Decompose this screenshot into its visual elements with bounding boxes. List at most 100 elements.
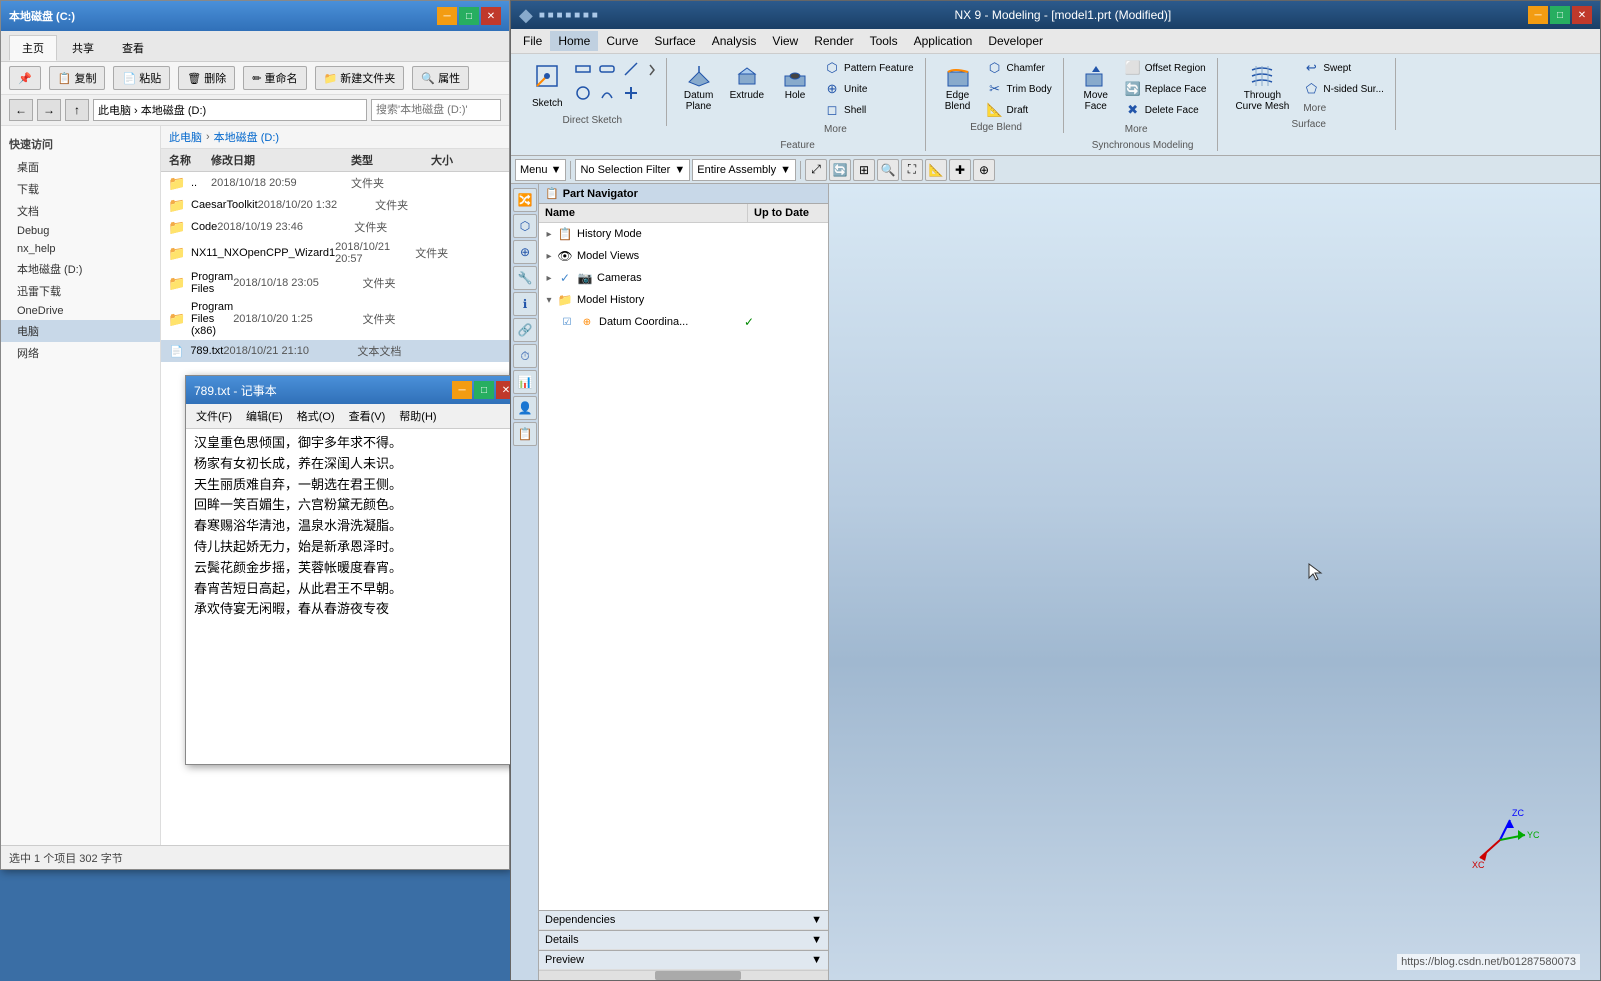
tab-view[interactable]: 查看 [109,35,157,61]
pattern-feature-button[interactable]: ⬡ Pattern Feature [819,58,918,78]
sidebar-item-computer[interactable]: 电脑 [1,320,160,342]
nav-icon-1[interactable]: 🔀 [513,188,537,212]
nx-menu-file[interactable]: File [515,31,550,51]
view-btn6[interactable]: 📐 [925,159,947,181]
col-header-date[interactable]: 修改日期 [211,152,351,168]
notepad-menu-view[interactable]: 查看(V) [343,406,392,426]
notepad-minimize[interactable]: ─ [452,381,472,399]
sketch-plus-btn[interactable] [620,82,642,104]
forward-button[interactable]: → [37,99,61,121]
nav-col-name-header[interactable]: Name [539,204,748,222]
parent-folder-row[interactable]: 📁 .. 2018/10/18 20:59 文件夹 [161,172,509,194]
nav-icon-2[interactable]: ⬡ [513,214,537,238]
quick-access-header[interactable]: 快速访问 [1,132,160,156]
synchronous-more-button[interactable]: More [1120,121,1212,138]
sidebar-item-documents[interactable]: 文档 [1,200,160,222]
nav-icon-7[interactable]: ⏱ [513,344,537,368]
search-input[interactable] [371,99,501,121]
feature-more-button[interactable]: More [819,121,918,138]
delete-btn[interactable]: 🗑 删除 [178,66,235,90]
nav-icon-6[interactable]: 🔗 [513,318,537,342]
sidebar-item-network[interactable]: 网络 [1,342,160,364]
nav-icon-9[interactable]: 👤 [513,396,537,420]
swept-button[interactable]: ↩ Swept [1298,58,1389,78]
sidebar-item-local-disk[interactable]: 本地磁盘 (D:) [1,258,160,280]
sketch-shape-btn3[interactable] [620,58,642,80]
nx-maximize[interactable]: □ [1550,6,1570,24]
nx-close[interactable]: ✕ [1572,6,1592,24]
up-button[interactable]: ↑ [65,99,89,121]
tree-item-model-history[interactable]: ▾ 📁 Model History [539,289,828,311]
notepad-menu-file[interactable]: 文件(F) [190,406,238,426]
list-item[interactable]: 📁 Program Files 2018/10/18 23:05 文件夹 [161,268,509,298]
rename-btn[interactable]: ✏ 重命名 [243,66,306,90]
sidebar-item-onedrive[interactable]: OneDrive [1,302,160,320]
notepad-menu-format[interactable]: 格式(O) [291,406,341,426]
sidebar-item-downloads[interactable]: 下载 [1,178,160,200]
nx-menu-developer[interactable]: Developer [980,31,1051,51]
view-btn8[interactable]: ⊕ [973,159,995,181]
preview-header[interactable]: Preview ▼ [539,951,828,970]
col-header-size[interactable]: 大小 [431,152,501,168]
shell-button[interactable]: ◻ Shell [819,100,918,120]
address-bar[interactable] [93,99,367,121]
view-btn3[interactable]: ⊞ [853,159,875,181]
delete-face-button[interactable]: ✖ Delete Face [1120,100,1212,120]
view-btn2[interactable]: 🔄 [829,159,851,181]
datum-plane-button[interactable]: DatumPlane [677,58,721,116]
sketch-arc-btn[interactable] [596,82,618,104]
col-header-type[interactable]: 类型 [351,152,431,168]
view-btn5[interactable]: ⛶ [901,159,923,181]
chamfer-button[interactable]: ⬡ Chamfer [982,58,1057,78]
back-button[interactable]: ← [9,99,33,121]
view-btn4[interactable]: 🔍 [877,159,899,181]
sketch-expand-btn[interactable] [644,58,660,82]
list-item[interactable]: 📄 789.txt 2018/10/21 21:10 文本文档 [161,340,509,362]
view-btn1[interactable]: ⤢ [805,159,827,181]
tab-share[interactable]: 共享 [59,35,107,61]
copy-btn[interactable]: 📋 复制 [49,66,106,90]
nx-menu-view[interactable]: View [764,31,806,51]
nx-menu-analysis[interactable]: Analysis [704,31,765,51]
nx-menu-application[interactable]: Application [906,31,981,51]
replace-face-button[interactable]: 🔄 Replace Face [1120,79,1212,99]
sidebar-item-debug[interactable]: Debug [1,222,160,240]
notepad-menu-help[interactable]: 帮助(H) [393,406,442,426]
panel-scroll-thumb[interactable] [655,971,742,980]
nav-col-status-header[interactable]: Up to Date [748,204,828,222]
list-item[interactable]: 📁 Program Files (x86) 2018/10/20 1:25 文件… [161,298,509,340]
nx-menu-surface[interactable]: Surface [646,31,703,51]
trim-body-button[interactable]: ✂ Trim Body [982,79,1057,99]
view-btn7[interactable]: ✚ [949,159,971,181]
minimize-button[interactable]: ─ [437,7,457,25]
sketch-shape-btn1[interactable] [572,58,594,80]
through-curve-mesh-button[interactable]: ThroughCurve Mesh [1228,58,1296,116]
model-views-expand-icon[interactable]: ▸ [543,250,555,262]
assembly-dropdown[interactable]: Entire Assembly ▼ [692,159,796,181]
extrude-button[interactable]: Extrude [723,58,771,105]
properties-btn[interactable]: 🔍 属性 [412,66,469,90]
unite-button[interactable]: ⊕ Unite [819,79,918,99]
model-history-expand-icon[interactable]: ▾ [543,294,555,306]
list-item[interactable]: 📁 Code 2018/10/19 23:46 文件夹 [161,216,509,238]
selection-filter-dropdown[interactable]: No Selection Filter ▼ [575,159,690,181]
sidebar-item-nx-help[interactable]: nx_help [1,240,160,258]
notepad-menu-edit[interactable]: 编辑(E) [240,406,289,426]
history-expand-icon[interactable]: ▸ [543,228,555,240]
dependencies-header[interactable]: Dependencies ▼ [539,911,828,930]
n-sided-surface-button[interactable]: ⬠ N-sided Sur... [1298,79,1389,99]
tree-item-datum[interactable]: ☑ ⊕ Datum Coordina... ✓ [539,311,828,333]
hole-button[interactable]: Hole [773,58,817,105]
nx-viewport[interactable]: ZC YC XC [829,184,1600,980]
nav-icon-8[interactable]: 📊 [513,370,537,394]
pin-btn[interactable]: 📌 [9,66,41,90]
tree-item-model-views[interactable]: ▸ 👁 Model Views [539,245,828,267]
notepad-content-area[interactable]: 汉皇重色思倾国，御宇多年求不得。 杨家有女初长成，养在深闺人未识。 天生丽质难自… [186,429,524,764]
tab-home[interactable]: 主页 [9,35,57,61]
nx-minimize[interactable]: ─ [1528,6,1548,24]
list-item[interactable]: 📁 NX11_NXOpenCPP_Wizard1 2018/10/21 20:5… [161,238,509,268]
nx-menu-home[interactable]: Home [550,31,598,51]
draft-button[interactable]: 📐 Draft [982,100,1057,120]
nx-menu-curve[interactable]: Curve [598,31,646,51]
maximize-button[interactable]: □ [459,7,479,25]
